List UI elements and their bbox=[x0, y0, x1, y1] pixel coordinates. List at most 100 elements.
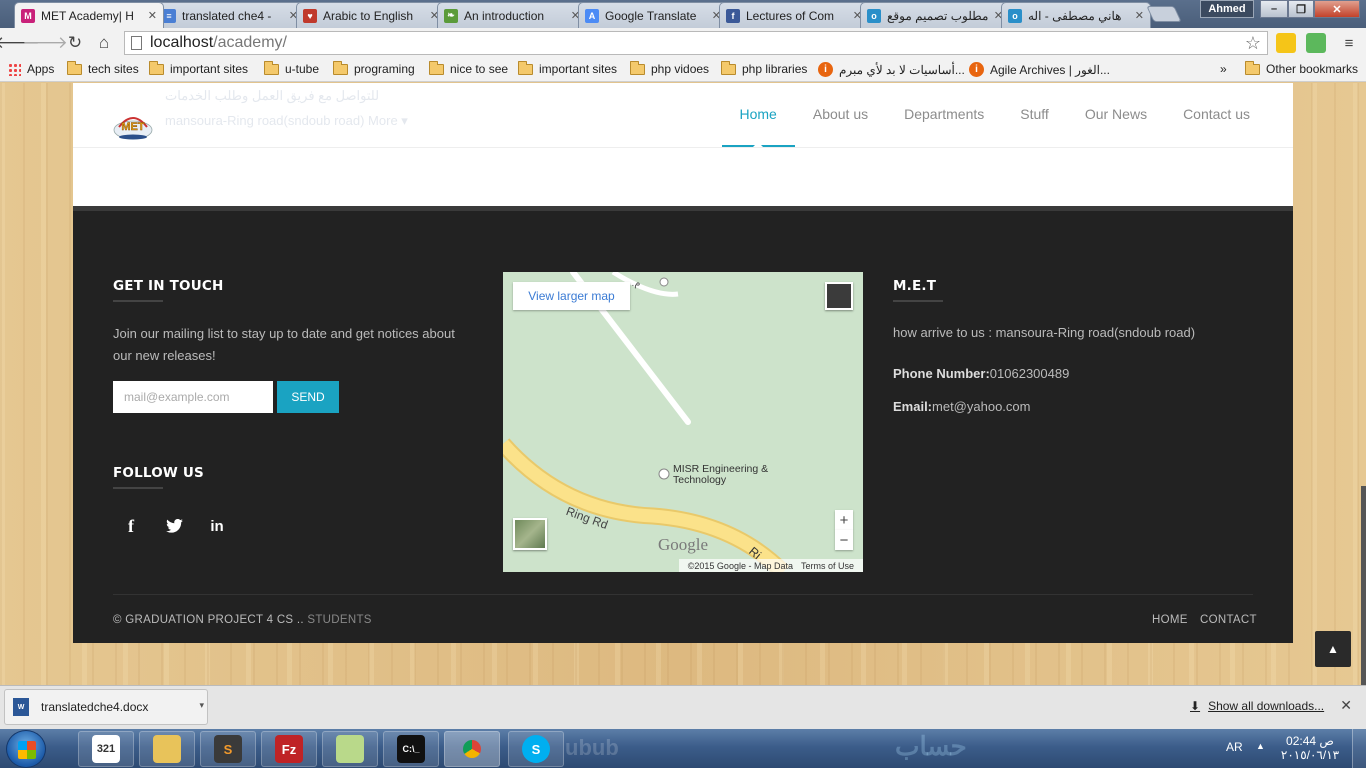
profile-name-badge[interactable]: Ahmed bbox=[1200, 0, 1254, 18]
taskbar-skype[interactable]: S bbox=[508, 731, 564, 767]
bookmark-orange-icon: i bbox=[969, 62, 984, 77]
bookmark-label: Apps bbox=[27, 62, 55, 76]
bookmark-folder-php-videos[interactable]: php vidoes bbox=[630, 60, 709, 76]
bookmark-agile-archives[interactable]: i Agile Archives | الغور... bbox=[969, 62, 1110, 77]
taskbar-sticky-notes[interactable] bbox=[322, 731, 378, 767]
address-path: /academy/ bbox=[213, 34, 287, 51]
tab-met-academy[interactable]: M MET Academy| H ✕ bbox=[14, 2, 164, 28]
tab-google-translate[interactable]: A Google Translate ✕ bbox=[578, 2, 728, 28]
bookmark-label: nice to see bbox=[450, 62, 509, 76]
taskbar-watermark-2: حساب bbox=[895, 731, 967, 761]
page-scrollbar[interactable] bbox=[1361, 486, 1366, 685]
view-larger-map-link[interactable]: View larger map bbox=[513, 282, 630, 310]
facebook-icon[interactable]: f bbox=[121, 516, 141, 536]
zoom-out-button[interactable]: − bbox=[835, 530, 853, 550]
new-tab-button[interactable] bbox=[1146, 6, 1182, 22]
met-favicon-icon: M bbox=[21, 8, 35, 23]
tab-title: translated che4 - bbox=[182, 8, 272, 23]
address-bar[interactable]: localhost/academy/ ☆ bbox=[124, 31, 1268, 55]
footer-link-home[interactable]: HOME bbox=[1152, 614, 1188, 626]
bookmark-label: Agile Archives | الغور... bbox=[990, 62, 1110, 77]
bookmark-arabic-basics[interactable]: i أساسيات لا بد لأي مبرم... bbox=[818, 62, 965, 77]
folder-icon bbox=[630, 60, 645, 75]
system-clock[interactable]: 02:44 ص ٢٠١٥/٠٦/١٣ bbox=[1280, 734, 1340, 762]
map-place-label[interactable]: MISR Engineering & Technology bbox=[673, 464, 773, 486]
email-subscribe-input[interactable] bbox=[113, 381, 273, 413]
bookmark-folder-important-sites-2[interactable]: important sites bbox=[518, 60, 617, 76]
tab-lectures-of-com[interactable]: f Lectures of Com ✕ bbox=[719, 2, 869, 28]
footer-link-contact[interactable]: CONTACT bbox=[1200, 614, 1257, 626]
tab-an-introduction[interactable]: ❧ An introduction ✕ bbox=[437, 2, 587, 28]
taskbar-calendar-app[interactable]: 321 bbox=[78, 731, 134, 767]
tab-close-icon[interactable]: ✕ bbox=[148, 9, 157, 22]
menu-icon[interactable]: ≡ bbox=[1338, 32, 1360, 54]
back-to-top-button[interactable]: ▲ bbox=[1315, 631, 1351, 667]
lightbulb-extension-icon[interactable] bbox=[1276, 33, 1296, 53]
terms-of-use-link[interactable]: Terms of Use bbox=[797, 561, 858, 571]
twitter-icon[interactable] bbox=[164, 516, 184, 536]
bookmark-label: php libraries bbox=[742, 62, 808, 76]
start-button[interactable] bbox=[6, 730, 46, 768]
taskbar-command-prompt[interactable]: C:\_ bbox=[383, 731, 439, 767]
bookmark-folder-programing[interactable]: programing bbox=[333, 60, 415, 76]
close-shelf-icon[interactable]: ✕ bbox=[1340, 697, 1352, 714]
android-extension-icon[interactable] bbox=[1306, 33, 1326, 53]
download-menu-chevron-icon[interactable]: ▾ bbox=[199, 700, 204, 711]
bookmark-other-bookmarks[interactable]: Other bookmarks bbox=[1245, 60, 1358, 76]
bookmark-folder-tech-sites[interactable]: tech sites bbox=[67, 60, 139, 76]
linkedin-icon[interactable]: in bbox=[207, 516, 227, 536]
taskbar-filezilla[interactable]: Fz bbox=[261, 731, 317, 767]
taskbar-sublime-text[interactable]: S bbox=[200, 731, 256, 767]
tab-translated-che4[interactable]: ≡ translated che4 - ✕ bbox=[155, 2, 305, 28]
translate-favicon-icon: A bbox=[585, 8, 599, 23]
address-host: localhost bbox=[150, 34, 214, 51]
show-all-downloads-link[interactable]: ⬇ Show all downloads... bbox=[1190, 699, 1324, 713]
input-language-indicator[interactable]: AR bbox=[1226, 740, 1243, 754]
nav-about-us[interactable]: About us bbox=[795, 83, 886, 147]
show-desktop-button[interactable] bbox=[1352, 729, 1366, 768]
bookmark-folder-important-sites[interactable]: important sites bbox=[149, 60, 248, 76]
bookmark-folder-nice-to-see[interactable]: nice to see bbox=[429, 60, 509, 76]
bookmark-star-icon[interactable]: ☆ bbox=[1245, 33, 1261, 54]
tab-arabic-profile[interactable]: o هاني مصطفى - اله ✕ bbox=[1001, 2, 1151, 28]
taskbar-chrome[interactable] bbox=[444, 731, 500, 767]
met-logo[interactable]: MET bbox=[113, 105, 153, 141]
nav-contact-us[interactable]: Contact us bbox=[1165, 83, 1268, 147]
follow-us-title: FOLLOW US bbox=[113, 465, 204, 481]
tray-expand-arrow-icon[interactable]: ▲ bbox=[1256, 741, 1265, 751]
satellite-view-toggle[interactable] bbox=[513, 518, 547, 550]
folder-icon bbox=[429, 60, 444, 75]
bookmarks-overflow-chevron-icon[interactable]: » bbox=[1220, 62, 1227, 76]
bookmark-folder-php-libraries[interactable]: php libraries bbox=[721, 60, 808, 76]
forward-arrow-icon[interactable]: 🡒 bbox=[22, 32, 68, 54]
nav-stuff[interactable]: Stuff bbox=[1002, 83, 1067, 147]
taskbar-file-explorer[interactable] bbox=[139, 731, 195, 767]
file-explorer-icon bbox=[153, 735, 181, 763]
send-button[interactable]: SEND bbox=[277, 381, 339, 413]
folder-icon bbox=[333, 60, 348, 75]
bookmark-folder-u-tube[interactable]: u-tube bbox=[264, 60, 319, 76]
browser-toolbar: 🡐 🡒 ↻ ⌂ localhost/academy/ ☆ ≡ bbox=[0, 28, 1366, 58]
site-favicon-icon: o bbox=[1008, 8, 1022, 23]
street-view-pegman-icon[interactable] bbox=[825, 282, 853, 310]
page-icon bbox=[131, 36, 142, 50]
download-item[interactable]: W translatedche4.docx ▾ bbox=[4, 689, 208, 725]
bookmark-apps[interactable]: Apps bbox=[8, 62, 54, 76]
nav-our-news[interactable]: Our News bbox=[1067, 83, 1165, 147]
tab-arabic-to-english[interactable]: ♥ Arabic to English ✕ bbox=[296, 2, 446, 28]
windows-taskbar: ubub حساب 321 S Fz C:\_ S AR ▲ 02:44 ص ٢… bbox=[0, 729, 1366, 768]
sublime-text-icon: S bbox=[214, 735, 242, 763]
reload-icon[interactable]: ↻ bbox=[64, 32, 86, 54]
nav-home[interactable]: Home bbox=[721, 83, 795, 147]
mailing-list-text: Join our mailing list to stay up to date… bbox=[113, 326, 455, 363]
tab-arabic-site-design[interactable]: o مطلوب تصميم موقع ✕ bbox=[860, 2, 1010, 28]
maximize-window-button[interactable]: ❐ bbox=[1288, 0, 1314, 18]
home-icon[interactable]: ⌂ bbox=[93, 32, 115, 54]
tab-close-icon[interactable]: ✕ bbox=[1135, 9, 1144, 22]
close-window-button[interactable]: ✕ bbox=[1314, 0, 1360, 18]
minimize-window-button[interactable]: – bbox=[1260, 0, 1288, 18]
nav-departments[interactable]: Departments bbox=[886, 83, 1002, 147]
zoom-in-button[interactable]: + bbox=[835, 510, 853, 530]
google-map[interactable]: م. مه View larger map MISR Engineering &… bbox=[503, 272, 863, 572]
filezilla-icon: Fz bbox=[275, 735, 303, 763]
